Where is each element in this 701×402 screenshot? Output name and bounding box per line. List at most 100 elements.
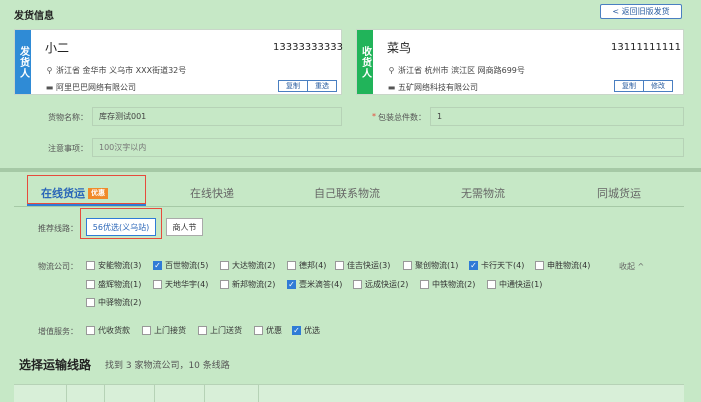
route-table-header <box>14 384 684 402</box>
route-section-title: 选择运输线路 <box>19 358 92 372</box>
carrier-label: 中铁物流(2) <box>432 280 476 289</box>
tab-same-city[interactable]: 同城货运 <box>597 185 641 201</box>
receiver-name: 菜鸟 <box>387 41 412 55</box>
carrier-label: 百世物流(5) <box>165 261 209 270</box>
pkg-count-input[interactable]: 1 <box>430 107 684 126</box>
checkbox-box[interactable] <box>287 261 296 270</box>
carrier-checkbox[interactable]: 聚创物流(1) <box>403 260 458 271</box>
tab-online-freight[interactable]: 在线货运 优惠 <box>41 185 108 201</box>
carrier-checkbox[interactable]: 天地华宇(4) <box>153 279 208 290</box>
carrier-checkbox[interactable]: ✓ 百世物流(5) <box>153 260 208 271</box>
goods-name-input[interactable]: 库存测试001 <box>92 107 342 126</box>
service-label: 优选 <box>304 326 320 335</box>
carrier-checkbox[interactable]: 申胜物流(4) <box>535 260 590 271</box>
carrier-checkbox[interactable]: 佳吉快运(3) <box>335 260 390 271</box>
carrier-checkbox[interactable]: ✓ 壹米滴答(4) <box>287 279 342 290</box>
notes-input[interactable]: 100汉字以内 <box>92 138 684 157</box>
service-checkbox[interactable]: 上门接货 <box>142 325 186 336</box>
checkbox-box[interactable] <box>220 261 229 270</box>
service-checkbox[interactable]: 优惠 <box>254 325 282 336</box>
checkbox-box[interactable] <box>335 261 344 270</box>
carrier-checkbox[interactable]: 德邦(4) <box>287 260 326 271</box>
checkbox-box[interactable] <box>535 261 544 270</box>
carrier-checkbox[interactable]: 远成快运(2) <box>353 279 408 290</box>
notes-label: 注意事项： <box>48 144 88 153</box>
table-header-cell <box>258 385 259 402</box>
services-label: 增值服务： <box>38 327 78 336</box>
carrier-checkbox[interactable]: 新邦物流(2) <box>220 279 275 290</box>
carrier-checkbox[interactable]: 安能物流(3) <box>86 260 141 271</box>
receiver-address-row: ⚲ 浙江省 杭州市 滨江区 网商路699号 <box>387 65 525 76</box>
discount-badge: 优惠 <box>88 187 108 199</box>
collapse-toggle[interactable]: 收起 ^ <box>619 261 644 272</box>
carrier-label: 壹米滴答(4) <box>299 280 343 289</box>
route-option-merchant-festival[interactable]: 商人节 <box>166 218 203 236</box>
company-icon: ▬ <box>45 83 54 92</box>
sender-address: 浙江省 金华市 义乌市 XXX街道32号 <box>56 66 187 75</box>
checkbox-box[interactable] <box>254 326 263 335</box>
carrier-label: 中驿物流(2) <box>98 298 142 307</box>
checkbox-box[interactable] <box>198 326 207 335</box>
tab-online-freight-label: 在线货运 <box>41 187 85 200</box>
carrier-label: 德邦(4) <box>299 261 327 270</box>
carrier-checkbox[interactable]: 中驿物流(2) <box>86 297 141 308</box>
receiver-phone: 13111111111 <box>611 42 681 53</box>
checkbox-box[interactable] <box>142 326 151 335</box>
service-checkbox[interactable]: ✓ 优选 <box>292 325 320 336</box>
checkbox-box[interactable] <box>86 298 95 307</box>
receiver-tag: 收货人 <box>357 30 373 94</box>
checkbox-box[interactable] <box>86 326 95 335</box>
sender-company-row: ▬ 阿里巴巴网络有限公司 <box>45 82 136 93</box>
service-checkbox[interactable]: 代收货款 <box>86 325 130 336</box>
checkbox-box[interactable] <box>86 280 95 289</box>
location-icon: ⚲ <box>388 66 395 75</box>
receiver-company-row: ▬ 五矿网络科技有限公司 <box>387 82 478 93</box>
receiver-edit-button[interactable]: 修改 <box>643 80 673 92</box>
back-to-old-button[interactable]: < 返回旧版发货 <box>600 4 682 19</box>
carrier-label: 申胜物流(4) <box>547 261 591 270</box>
sender-phone: 13333333333 <box>273 42 343 53</box>
table-header-cell <box>104 385 105 402</box>
sender-address-row: ⚲ 浙江省 金华市 义乌市 XXX街道32号 <box>45 65 187 76</box>
carrier-label: 卡行天下(4) <box>481 261 525 270</box>
route-option-selected[interactable]: 56优选(义乌站) <box>86 218 156 236</box>
carrier-checkbox[interactable]: 中通快运(1) <box>487 279 542 290</box>
table-header-cell <box>66 385 67 402</box>
checkbox-box[interactable] <box>86 261 95 270</box>
route-label: 推荐线路： <box>38 224 78 233</box>
sender-copy-button[interactable]: 复制 <box>278 80 308 92</box>
service-label: 上门接货 <box>154 326 186 335</box>
page-title: 发货信息 <box>14 11 54 22</box>
goods-name-label: 货物名称： <box>48 113 88 122</box>
carrier-checkbox[interactable]: ✓ 卡行天下(4) <box>469 260 524 271</box>
carrier-label: 中通快运(1) <box>499 280 543 289</box>
checkbox-box[interactable] <box>487 280 496 289</box>
carrier-checkbox[interactable]: 大达物流(2) <box>220 260 275 271</box>
sender-card: 发货人 小二 13333333333 ⚲ 浙江省 金华市 义乌市 XXX街道32… <box>14 29 343 95</box>
service-checkbox[interactable]: 上门送货 <box>198 325 242 336</box>
receiver-copy-button[interactable]: 复制 <box>614 80 644 92</box>
sender-name: 小二 <box>45 41 70 55</box>
checkbox-box-checked[interactable]: ✓ <box>292 326 301 335</box>
checkbox-box[interactable] <box>153 280 162 289</box>
tab-online-express[interactable]: 在线快递 <box>190 185 234 201</box>
service-label: 上门送货 <box>210 326 242 335</box>
tab-self-contact[interactable]: 自己联系物流 <box>314 185 380 201</box>
checkbox-box[interactable] <box>403 261 412 270</box>
sender-reselect-button[interactable]: 重选 <box>307 80 337 92</box>
carrier-label: 天地华宇(4) <box>165 280 209 289</box>
checkbox-box[interactable] <box>353 280 362 289</box>
checkbox-box-checked[interactable]: ✓ <box>469 261 478 270</box>
route-found-summary: 找到 3 家物流公司，10 条线路 <box>105 361 230 371</box>
table-header-cell <box>154 385 155 402</box>
checkbox-box-checked[interactable]: ✓ <box>153 261 162 270</box>
service-label: 优惠 <box>266 326 282 335</box>
receiver-card: 收货人 菜鸟 13111111111 ⚲ 浙江省 杭州市 滨江区 网商路699号… <box>356 29 684 95</box>
carrier-checkbox[interactable]: 盛辉物流(1) <box>86 279 141 290</box>
tab-no-logistics[interactable]: 无需物流 <box>461 185 505 201</box>
pkg-count-label: 包装总件数： <box>378 113 426 122</box>
carrier-checkbox[interactable]: 中铁物流(2) <box>420 279 475 290</box>
checkbox-box[interactable] <box>220 280 229 289</box>
checkbox-box-checked[interactable]: ✓ <box>287 280 296 289</box>
checkbox-box[interactable] <box>420 280 429 289</box>
